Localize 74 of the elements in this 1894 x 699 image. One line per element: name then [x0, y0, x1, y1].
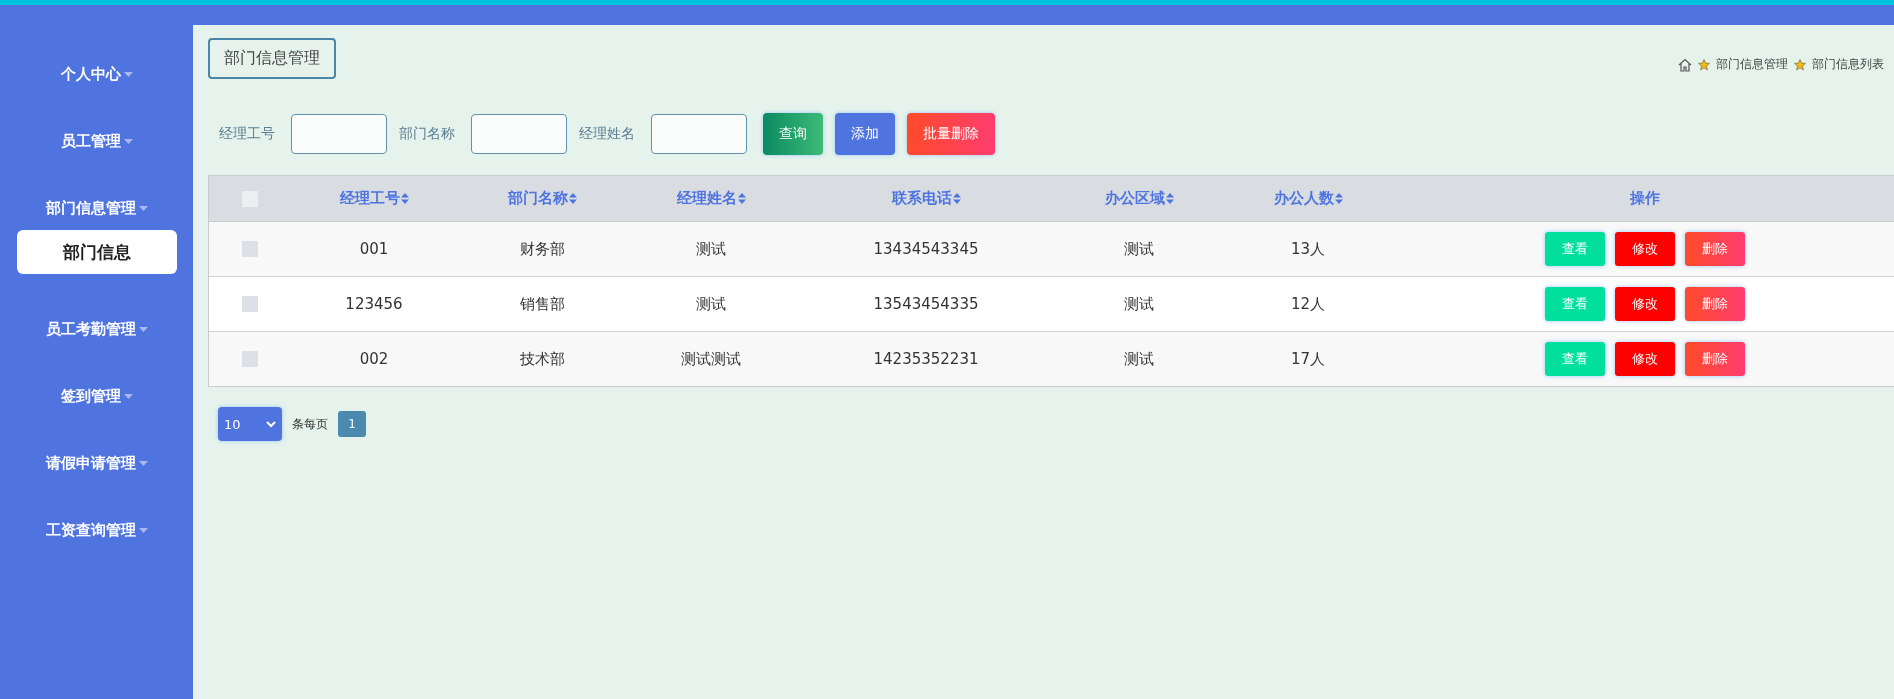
table-cell-text: 14235352231: [872, 350, 980, 368]
delete-button[interactable]: 删除: [1685, 232, 1745, 266]
table-cell-text: 测试: [1123, 294, 1155, 314]
delete-button[interactable]: 删除: [1685, 287, 1745, 321]
column-header[interactable]: 部门名称: [457, 189, 627, 208]
caret-icon: [138, 206, 148, 211]
star-icon: [1698, 58, 1710, 71]
sort-icon: [952, 193, 961, 204]
sort-icon: [1334, 193, 1343, 204]
table-cell-text: 002: [358, 350, 390, 368]
sidebar-menu-item[interactable]: 部门信息管理: [41, 197, 152, 220]
table-cell-text: 测试: [695, 239, 727, 259]
table-cell-text: 财务部: [518, 239, 566, 259]
column-header[interactable]: 办公区域: [1057, 189, 1221, 208]
query-button[interactable]: 查询: [763, 113, 823, 155]
column-header[interactable]: 联系电话: [795, 189, 1057, 208]
column-header[interactable]: 办公人数: [1221, 189, 1395, 208]
table-cell-text: 13434543345: [872, 240, 980, 258]
table-cell-text: 销售部: [518, 294, 566, 314]
table-cell-text: 测试: [695, 294, 727, 314]
table-cell-text: 测试测试: [680, 349, 742, 369]
sidebar-menu-item[interactable]: 签到管理: [56, 385, 137, 408]
row-checkbox[interactable]: [242, 241, 258, 257]
bulk-delete-button[interactable]: 批量删除: [907, 113, 995, 155]
column-header[interactable]: 经理姓名: [627, 189, 795, 208]
table-cell-text: 13543454335: [872, 295, 980, 313]
caret-icon: [123, 394, 133, 399]
edit-button[interactable]: 修改: [1615, 232, 1675, 266]
table-cell-text: 001: [358, 240, 390, 258]
caret-icon: [123, 72, 133, 77]
breadcrumb-link[interactable]: 部门信息列表: [1812, 56, 1884, 73]
search-field[interactable]: [651, 114, 747, 154]
field-label: 经理工号: [219, 125, 275, 143]
table-cell-text: 测试: [1123, 349, 1155, 369]
sidebar-submenu-item[interactable]: 部门信息: [16, 230, 177, 274]
delete-button[interactable]: 删除: [1685, 342, 1745, 376]
field-label: 部门名称: [399, 125, 455, 143]
table-cell-text: 17人: [1289, 349, 1327, 369]
row-checkbox[interactable]: [242, 351, 258, 367]
breadcrumb-link[interactable]: 部门信息管理: [1716, 56, 1788, 73]
page-button[interactable]: 1: [338, 411, 366, 437]
sidebar-menu-item[interactable]: 个人中心: [56, 63, 137, 86]
sidebar-menu-item[interactable]: 请假申请管理: [41, 452, 152, 475]
row-checkbox[interactable]: [242, 296, 258, 312]
caret-icon: [138, 461, 148, 466]
edit-button[interactable]: 修改: [1615, 287, 1675, 321]
per-page-label: 条每页: [292, 415, 328, 433]
table-cell-text: 测试: [1123, 239, 1155, 259]
table-cell-text: 12人: [1289, 294, 1327, 314]
add-button[interactable]: 添加: [835, 113, 895, 155]
sidebar-menu-item[interactable]: 工资查询管理: [41, 519, 152, 542]
page-title: 部门信息管理: [208, 38, 336, 79]
column-header: 操作: [1629, 189, 1661, 208]
home-icon: [1678, 57, 1692, 72]
column-header[interactable]: 经理工号: [291, 189, 457, 208]
caret-icon: [138, 327, 148, 332]
sort-icon: [1165, 193, 1174, 204]
sort-icon: [400, 193, 409, 204]
table-cell-text: 13人: [1289, 239, 1327, 259]
search-field[interactable]: [471, 114, 567, 154]
caret-icon: [123, 139, 133, 144]
sort-icon: [737, 193, 746, 204]
caret-icon: [138, 528, 148, 533]
sort-icon: [568, 193, 577, 204]
sidebar-menu-item[interactable]: 员工管理: [56, 130, 137, 153]
table-cell-text: 技术部: [518, 349, 566, 369]
star-icon: [1794, 58, 1806, 71]
field-label: 经理姓名: [579, 125, 635, 143]
chevron-down-icon: [266, 420, 276, 428]
table-cell-text: 123456: [344, 295, 404, 313]
search-field[interactable]: [291, 114, 387, 154]
sidebar-menu-item[interactable]: 员工考勤管理: [41, 318, 152, 341]
page-size-select[interactable]: 10: [218, 407, 282, 441]
edit-button[interactable]: 修改: [1615, 342, 1675, 376]
